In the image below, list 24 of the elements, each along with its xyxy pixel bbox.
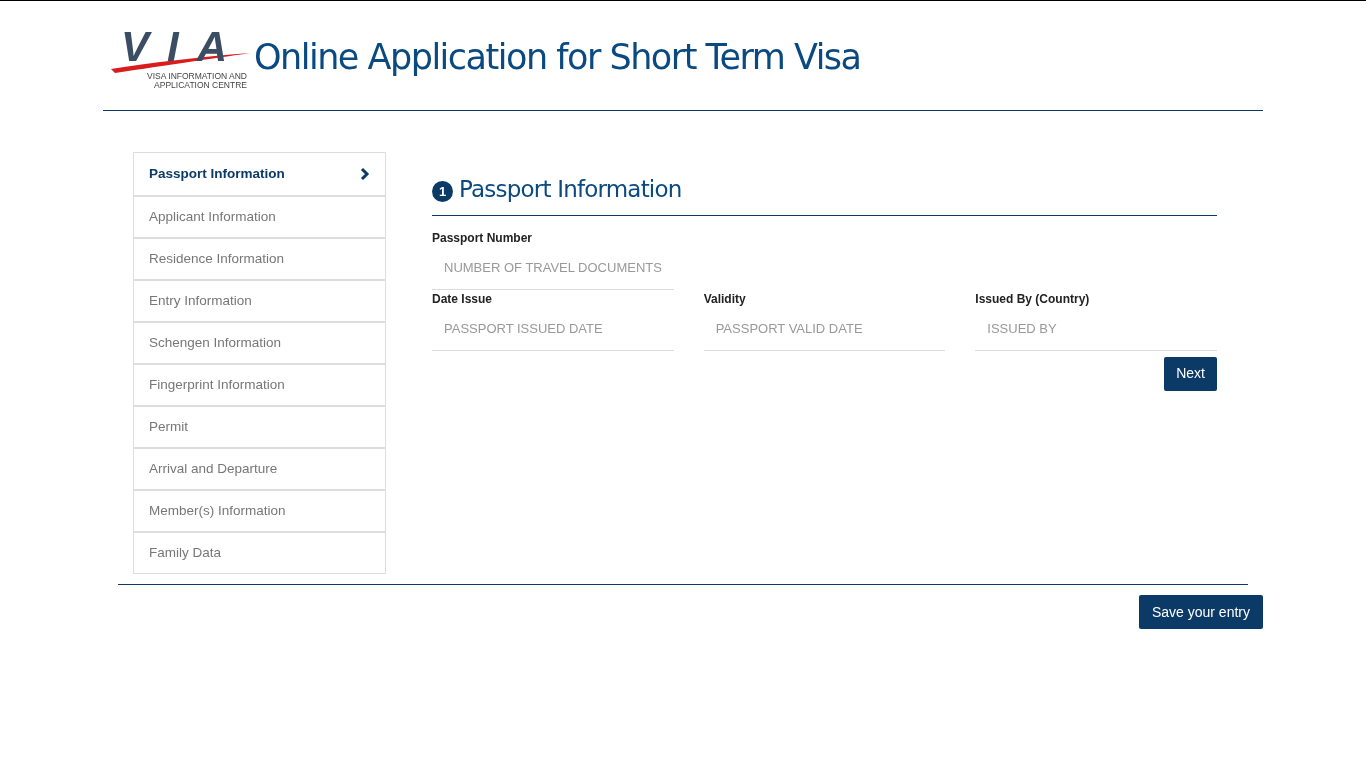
section-title: Passport Information — [459, 175, 682, 204]
sidebar-item[interactable]: Schengen Information — [134, 321, 385, 363]
field-label: Validity — [703, 290, 746, 308]
input-field[interactable]: PASSPORT VALID DATE — [703, 307, 946, 351]
save-entry-button[interactable]: Save your entry — [1138, 595, 1263, 629]
field-label: Issued By (Country) — [975, 290, 1090, 308]
sidebar-item[interactable]: Entry Information — [134, 279, 385, 321]
sidebar-item[interactable]: Arrival and Departure — [134, 447, 385, 489]
sidebar-item[interactable]: Passport Information — [134, 153, 385, 195]
next-button[interactable]: Next — [1164, 356, 1217, 391]
field-label: Passport Number — [432, 229, 533, 247]
sidebar-item[interactable]: Member(s) Information — [134, 489, 385, 531]
sidebar-item[interactable]: Fingerprint Information — [134, 363, 385, 405]
sidebar-item[interactable]: Applicant Information — [134, 195, 385, 237]
chevron-right-icon — [360, 167, 370, 181]
sidebar-item[interactable]: Family Data — [134, 531, 385, 573]
sidebar-item[interactable]: Residence Information — [134, 237, 385, 279]
step-number-badge: 1 — [432, 180, 453, 202]
input-field[interactable]: ISSUED BY — [975, 307, 1217, 351]
field-label: Date Issue — [432, 290, 493, 308]
input-field[interactable]: PASSPORT ISSUED DATE — [432, 307, 674, 351]
input-field[interactable]: NUMBER OF TRAVEL DOCUMENTS — [432, 246, 674, 290]
sidebar-item[interactable]: Permit — [134, 405, 385, 447]
page-title: Online Application for Short Term Visa — [254, 36, 861, 80]
